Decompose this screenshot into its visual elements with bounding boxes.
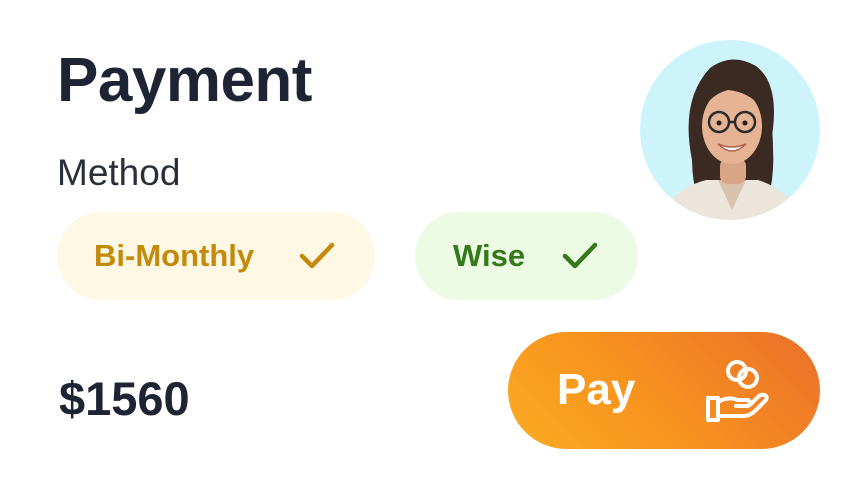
option-label: Wise	[453, 238, 526, 273]
checkmark-icon	[299, 242, 335, 269]
pay-button[interactable]: Pay	[508, 332, 820, 449]
option-label: Bi-Monthly	[94, 238, 255, 273]
hand-coins-icon	[706, 360, 769, 422]
option-chip-bi-monthly[interactable]: Bi-Monthly	[57, 212, 375, 300]
page-subtitle: Method	[57, 152, 181, 193]
checkmark-icon	[562, 242, 598, 269]
option-chip-wise[interactable]: Wise	[415, 212, 638, 300]
avatar-portrait	[640, 40, 820, 220]
pay-button-label: Pay	[557, 364, 636, 414]
page-title: Payment	[57, 46, 312, 115]
avatar	[640, 40, 820, 220]
payment-amount: $1560	[59, 372, 190, 425]
